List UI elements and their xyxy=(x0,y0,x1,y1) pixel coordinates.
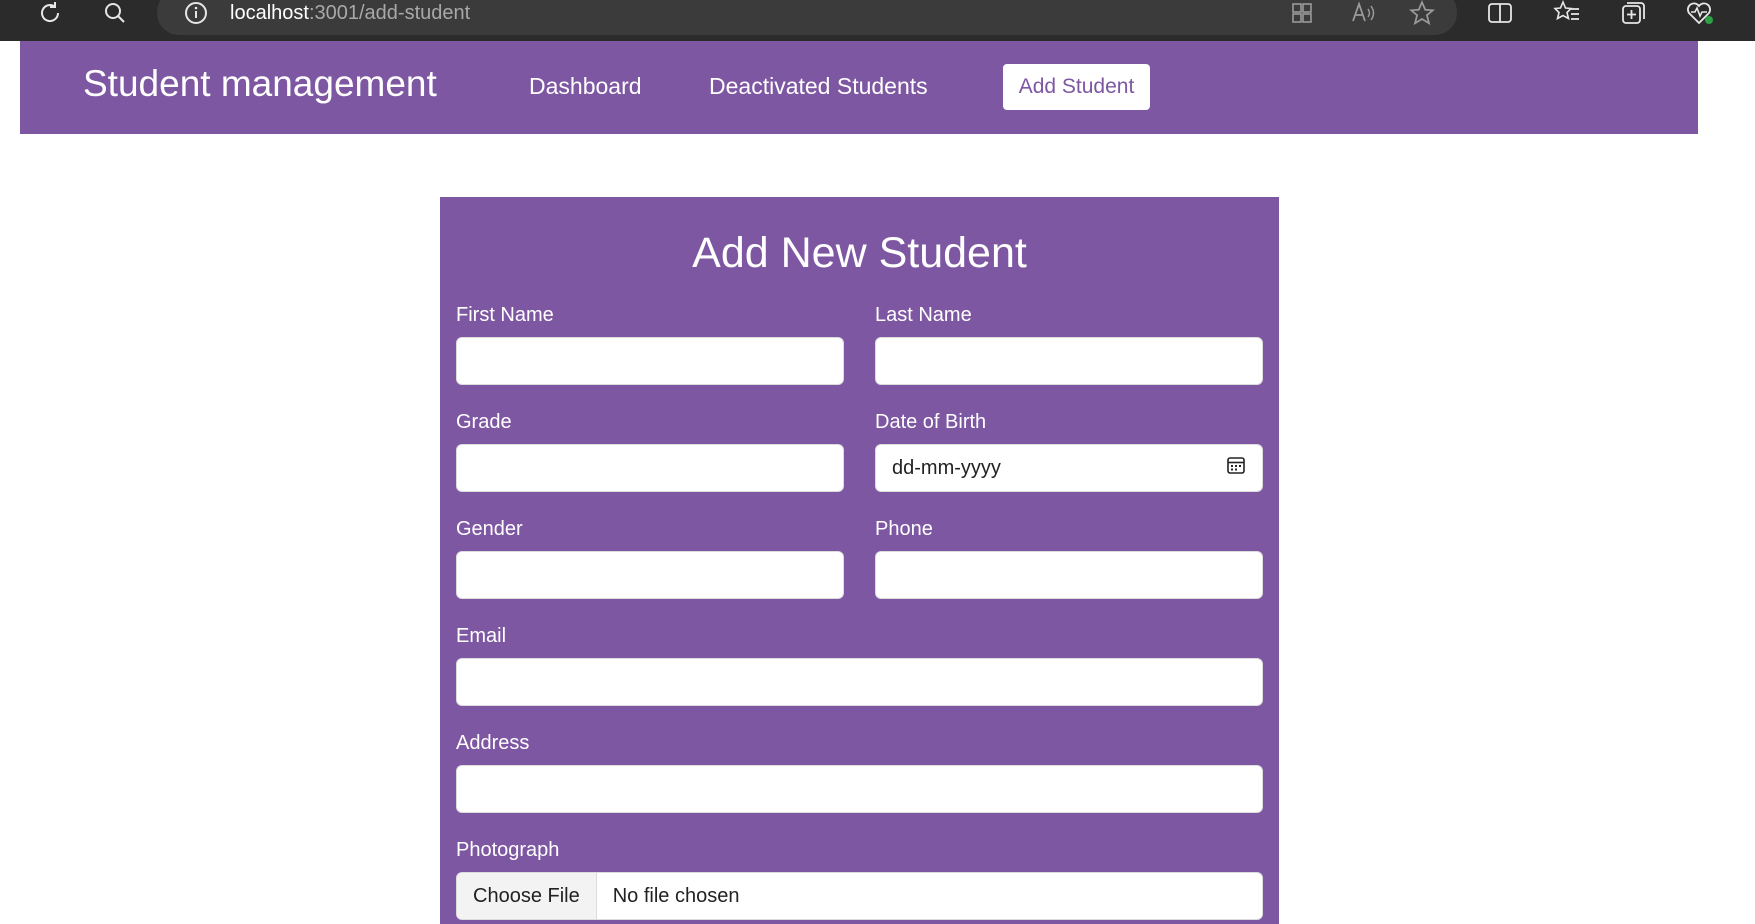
url-path: :3001/add-student xyxy=(308,2,471,24)
dob-input[interactable]: dd-mm-yyyy xyxy=(875,444,1263,492)
nav-add-student-link[interactable]: Add Student xyxy=(1003,64,1150,110)
url-host: localhost xyxy=(230,2,309,24)
first-name-input[interactable] xyxy=(456,337,844,385)
collections-icon[interactable] xyxy=(1618,0,1648,26)
browser-toolbar: localhost:3001/add-student xyxy=(0,0,1755,41)
dob-placeholder: dd-mm-yyyy xyxy=(892,456,1001,479)
gender-input[interactable] xyxy=(456,551,844,599)
split-screen-icon[interactable] xyxy=(1485,0,1515,26)
form-title: Add New Student xyxy=(692,229,1027,277)
browser-essentials-icon[interactable] xyxy=(1684,0,1716,26)
email-label: Email xyxy=(456,625,507,647)
read-aloud-icon[interactable] xyxy=(1348,0,1378,26)
brand-title[interactable]: Student management xyxy=(83,63,437,105)
dob-label: Date of Birth xyxy=(875,411,987,433)
favorites-list-icon[interactable] xyxy=(1552,0,1582,26)
first-name-label: First Name xyxy=(456,304,554,326)
add-student-form: Add New Student First Name Last Name Gra… xyxy=(440,197,1279,924)
gender-label: Gender xyxy=(456,518,523,540)
url-text[interactable]: localhost:3001/add-student xyxy=(230,0,470,26)
last-name-label: Last Name xyxy=(875,304,972,326)
file-status-text: No file chosen xyxy=(612,884,740,907)
refresh-icon[interactable] xyxy=(34,0,66,26)
address-label: Address xyxy=(456,732,530,754)
app-navbar: Student management Dashboard Deactivated… xyxy=(20,41,1698,134)
photograph-file-input[interactable]: Choose File No file chosen xyxy=(456,872,1263,920)
nav-dashboard-link[interactable]: Dashboard xyxy=(529,73,642,100)
photograph-label: Photograph xyxy=(456,839,560,861)
favorite-star-icon[interactable] xyxy=(1407,0,1437,26)
phone-input[interactable] xyxy=(875,551,1263,599)
site-info-icon[interactable] xyxy=(182,0,210,26)
apps-icon[interactable] xyxy=(1288,0,1316,26)
last-name-input[interactable] xyxy=(875,337,1263,385)
nav-deactivated-students-link[interactable]: Deactivated Students xyxy=(709,73,928,100)
email-input[interactable] xyxy=(456,658,1263,706)
search-icon[interactable] xyxy=(100,0,130,26)
grade-label: Grade xyxy=(456,411,512,433)
grade-input[interactable] xyxy=(456,444,844,492)
phone-label: Phone xyxy=(875,518,933,540)
calendar-icon[interactable] xyxy=(1226,455,1246,481)
choose-file-button[interactable]: Choose File xyxy=(457,873,597,919)
address-input[interactable] xyxy=(456,765,1263,813)
